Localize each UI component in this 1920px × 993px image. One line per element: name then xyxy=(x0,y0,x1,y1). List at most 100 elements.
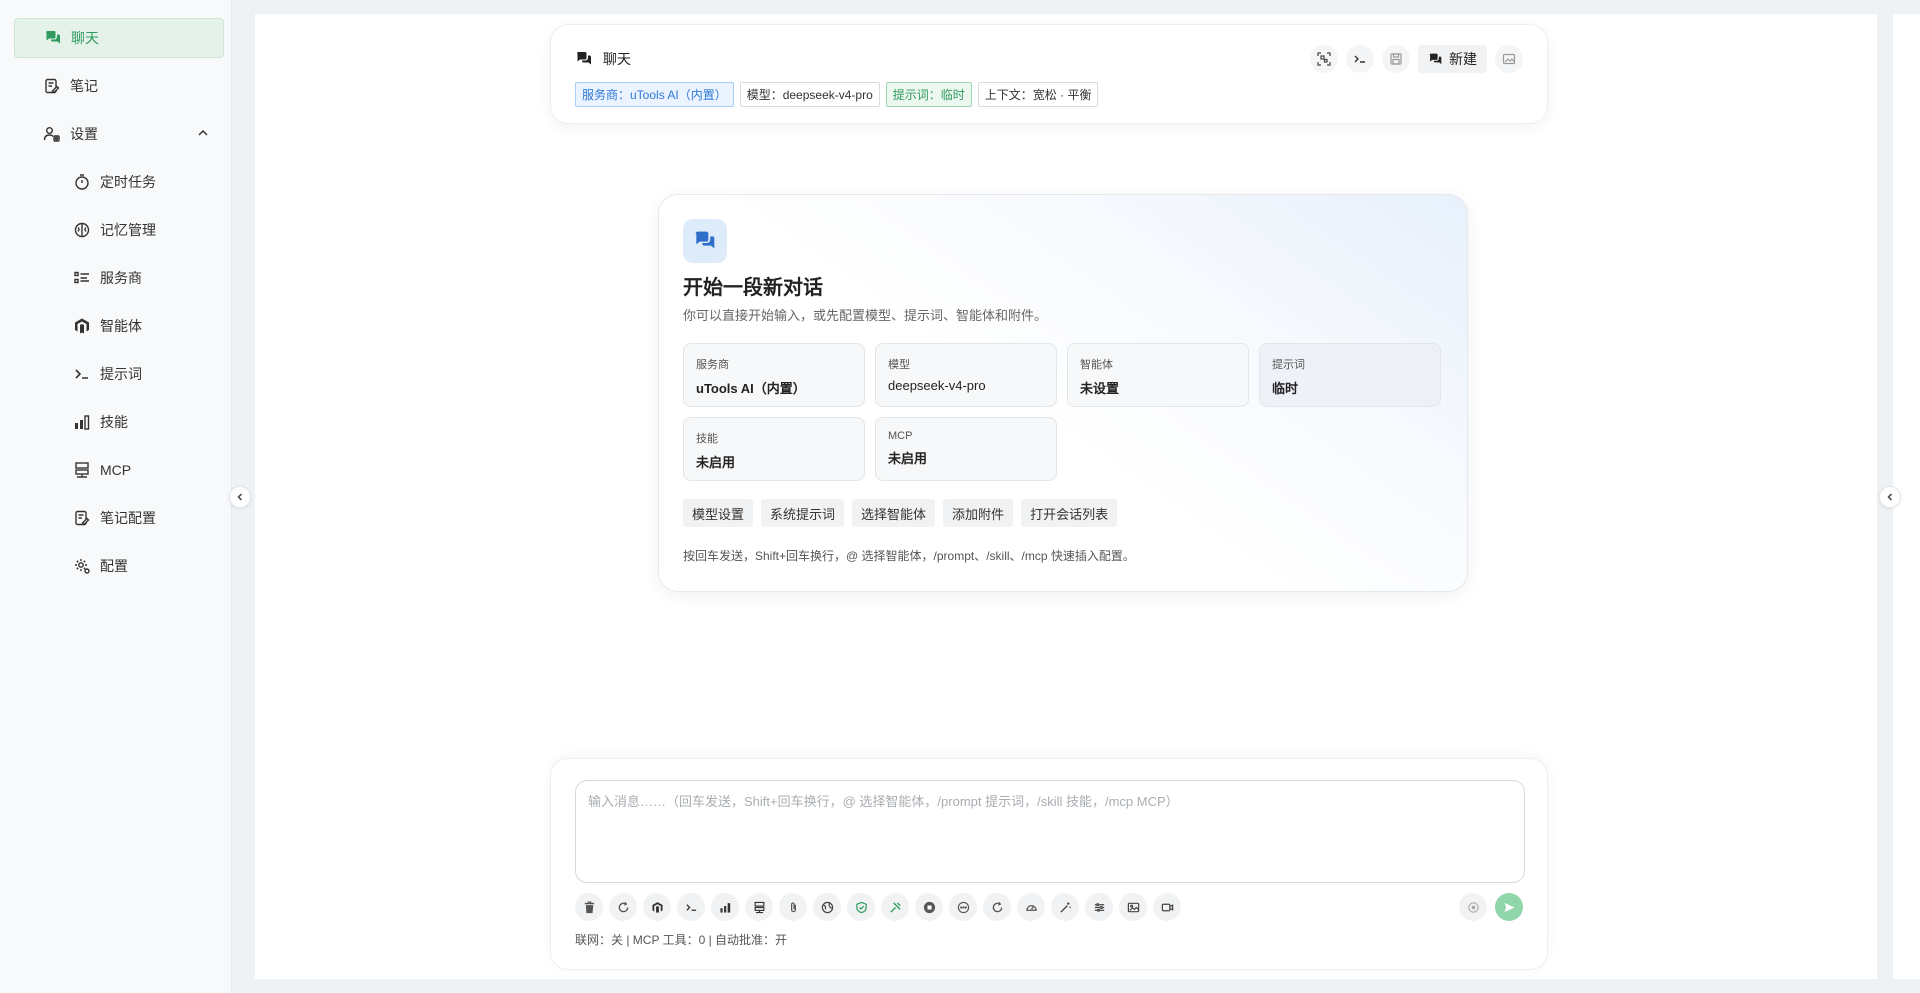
scan-button[interactable] xyxy=(1310,45,1338,73)
add-attachment-button[interactable]: 添加附件 xyxy=(943,499,1014,527)
save-icon xyxy=(1389,52,1403,66)
model-settings-button[interactable]: 模型设置 xyxy=(683,499,754,527)
chat-icon xyxy=(1428,52,1443,67)
sidebar-item-mcp[interactable]: MCP xyxy=(14,450,224,490)
image-icon xyxy=(1502,52,1516,66)
globe-icon xyxy=(821,901,834,914)
skill-button[interactable] xyxy=(711,893,739,921)
sidebar-item-settings[interactable]: 设置 xyxy=(14,114,224,154)
new-chat-button[interactable]: 新建 xyxy=(1418,45,1487,73)
sidebar-item-chat[interactable]: 聊天 xyxy=(14,18,224,58)
more-button[interactable] xyxy=(949,893,977,921)
terminal-button[interactable] xyxy=(1346,45,1374,73)
card-label: 提示词 xyxy=(1272,359,1305,371)
skill-card[interactable]: 技能 未启用 xyxy=(683,417,865,481)
sidebar-item-providers[interactable]: 服务商 xyxy=(14,258,224,298)
provider-card[interactable]: 服务商 uTools AI（内置） xyxy=(683,343,865,407)
provider-tag[interactable]: 服务商：uTools AI（内置） xyxy=(575,82,734,107)
model-card[interactable]: 模型 deepseek-v4-pro xyxy=(875,343,1057,407)
sidebar-item-memory[interactable]: 记忆管理 xyxy=(14,210,224,250)
more-icon xyxy=(957,901,970,914)
sidebar-item-prompts[interactable]: 提示词 xyxy=(14,354,224,394)
gauge-icon xyxy=(1025,901,1038,914)
sidebar-item-label: 聊天 xyxy=(71,30,99,46)
trash-icon xyxy=(583,900,596,914)
page-title: 聊天 xyxy=(575,49,631,69)
web-search-button[interactable] xyxy=(813,893,841,921)
card-label: 模型 xyxy=(888,359,910,371)
chevron-left-icon xyxy=(235,492,245,502)
prompt-card[interactable]: 提示词 临时 xyxy=(1259,343,1441,407)
collapse-sidebar-button[interactable] xyxy=(229,486,251,508)
open-session-list-button[interactable]: 打开会话列表 xyxy=(1021,499,1118,527)
sidebar-item-scheduled-tasks[interactable]: 定时任务 xyxy=(14,162,224,202)
record-button[interactable] xyxy=(1459,893,1487,921)
send-icon xyxy=(1503,901,1516,914)
mcp-button[interactable] xyxy=(745,893,773,921)
composer: 联网：关 | MCP 工具：0 | 自动批准：开 xyxy=(550,758,1548,970)
status-tags: 服务商：uTools AI（内置） 模型：deepseek-v4-pro 提示词… xyxy=(575,82,1099,107)
stop-button[interactable] xyxy=(915,893,943,921)
system-prompt-button[interactable]: 系统提示词 xyxy=(761,499,845,527)
save-button[interactable] xyxy=(1382,45,1410,73)
prompt-tag[interactable]: 提示词：临时 xyxy=(885,82,972,107)
message-input[interactable] xyxy=(575,780,1525,883)
auto-approve-button[interactable] xyxy=(847,893,875,921)
context-tag[interactable]: 上下文：宽松 · 平衡 xyxy=(977,82,1099,107)
collapse-right-panel-button[interactable] xyxy=(1879,486,1901,508)
refresh-icon xyxy=(617,901,630,914)
magic-wand-icon xyxy=(1059,901,1072,914)
sliders-icon xyxy=(1093,901,1106,914)
bars-chart-icon xyxy=(72,412,92,432)
prompt-button[interactable] xyxy=(677,893,705,921)
card-label: 智能体 xyxy=(1080,359,1113,371)
card-value: uTools AI（内置） xyxy=(696,381,806,396)
sidebar-item-label: 智能体 xyxy=(100,318,142,334)
image-button[interactable] xyxy=(1119,893,1147,921)
sidebar-item-label: MCP xyxy=(100,462,132,478)
sidebar-item-label: 笔记配置 xyxy=(100,510,156,526)
shield-check-icon xyxy=(855,901,868,914)
timer-icon xyxy=(72,172,92,192)
agent-logo-icon xyxy=(72,316,92,336)
keyboard-hint: 按回车发送，Shift+回车换行，@ 选择智能体，/prompt、/skill、… xyxy=(683,549,1135,563)
terminal-icon xyxy=(685,901,698,914)
scan-icon xyxy=(1317,52,1331,66)
agent-card[interactable]: 智能体 未设置 xyxy=(1067,343,1249,407)
chevron-up-icon[interactable] xyxy=(196,126,210,143)
server-icon xyxy=(72,460,92,480)
video-button[interactable] xyxy=(1153,893,1181,921)
gear-icon xyxy=(72,556,92,576)
send-button[interactable] xyxy=(1495,893,1523,921)
card-value: 临时 xyxy=(1272,381,1299,396)
select-agent-button[interactable]: 选择智能体 xyxy=(852,499,936,527)
retry-button[interactable] xyxy=(983,893,1011,921)
composer-actions xyxy=(1459,893,1523,921)
sidebar-item-label: 服务商 xyxy=(100,270,142,286)
record-icon xyxy=(1467,901,1480,914)
new-chat-label: 新建 xyxy=(1449,51,1477,67)
sidebar-item-note-config[interactable]: 笔记配置 xyxy=(14,498,224,538)
tools-icon xyxy=(889,901,902,914)
magic-button[interactable] xyxy=(1051,893,1079,921)
card-label: MCP xyxy=(888,430,913,442)
welcome-title: 开始一段新对话 xyxy=(683,277,823,299)
sidebar-item-config[interactable]: 配置 xyxy=(14,546,224,586)
terminal-icon xyxy=(1353,52,1367,66)
image-export-button[interactable] xyxy=(1495,45,1523,73)
sidebar-item-skills[interactable]: 技能 xyxy=(14,402,224,442)
speed-button[interactable] xyxy=(1017,893,1045,921)
mcp-card[interactable]: MCP 未启用 xyxy=(875,417,1057,481)
agent-button[interactable] xyxy=(643,893,671,921)
model-tag[interactable]: 模型：deepseek-v4-pro xyxy=(739,82,880,107)
card-value: 未启用 xyxy=(696,455,736,470)
sidebar-item-label: 配置 xyxy=(100,558,128,574)
attach-button[interactable] xyxy=(779,893,807,921)
sidebar-item-notes[interactable]: 笔记 xyxy=(14,66,224,106)
clear-button[interactable] xyxy=(575,893,603,921)
regenerate-button[interactable] xyxy=(609,893,637,921)
tools-button[interactable] xyxy=(881,893,909,921)
sidebar-item-agents[interactable]: 智能体 xyxy=(14,306,224,346)
agent-logo-icon xyxy=(651,901,664,914)
settings-sliders-button[interactable] xyxy=(1085,893,1113,921)
